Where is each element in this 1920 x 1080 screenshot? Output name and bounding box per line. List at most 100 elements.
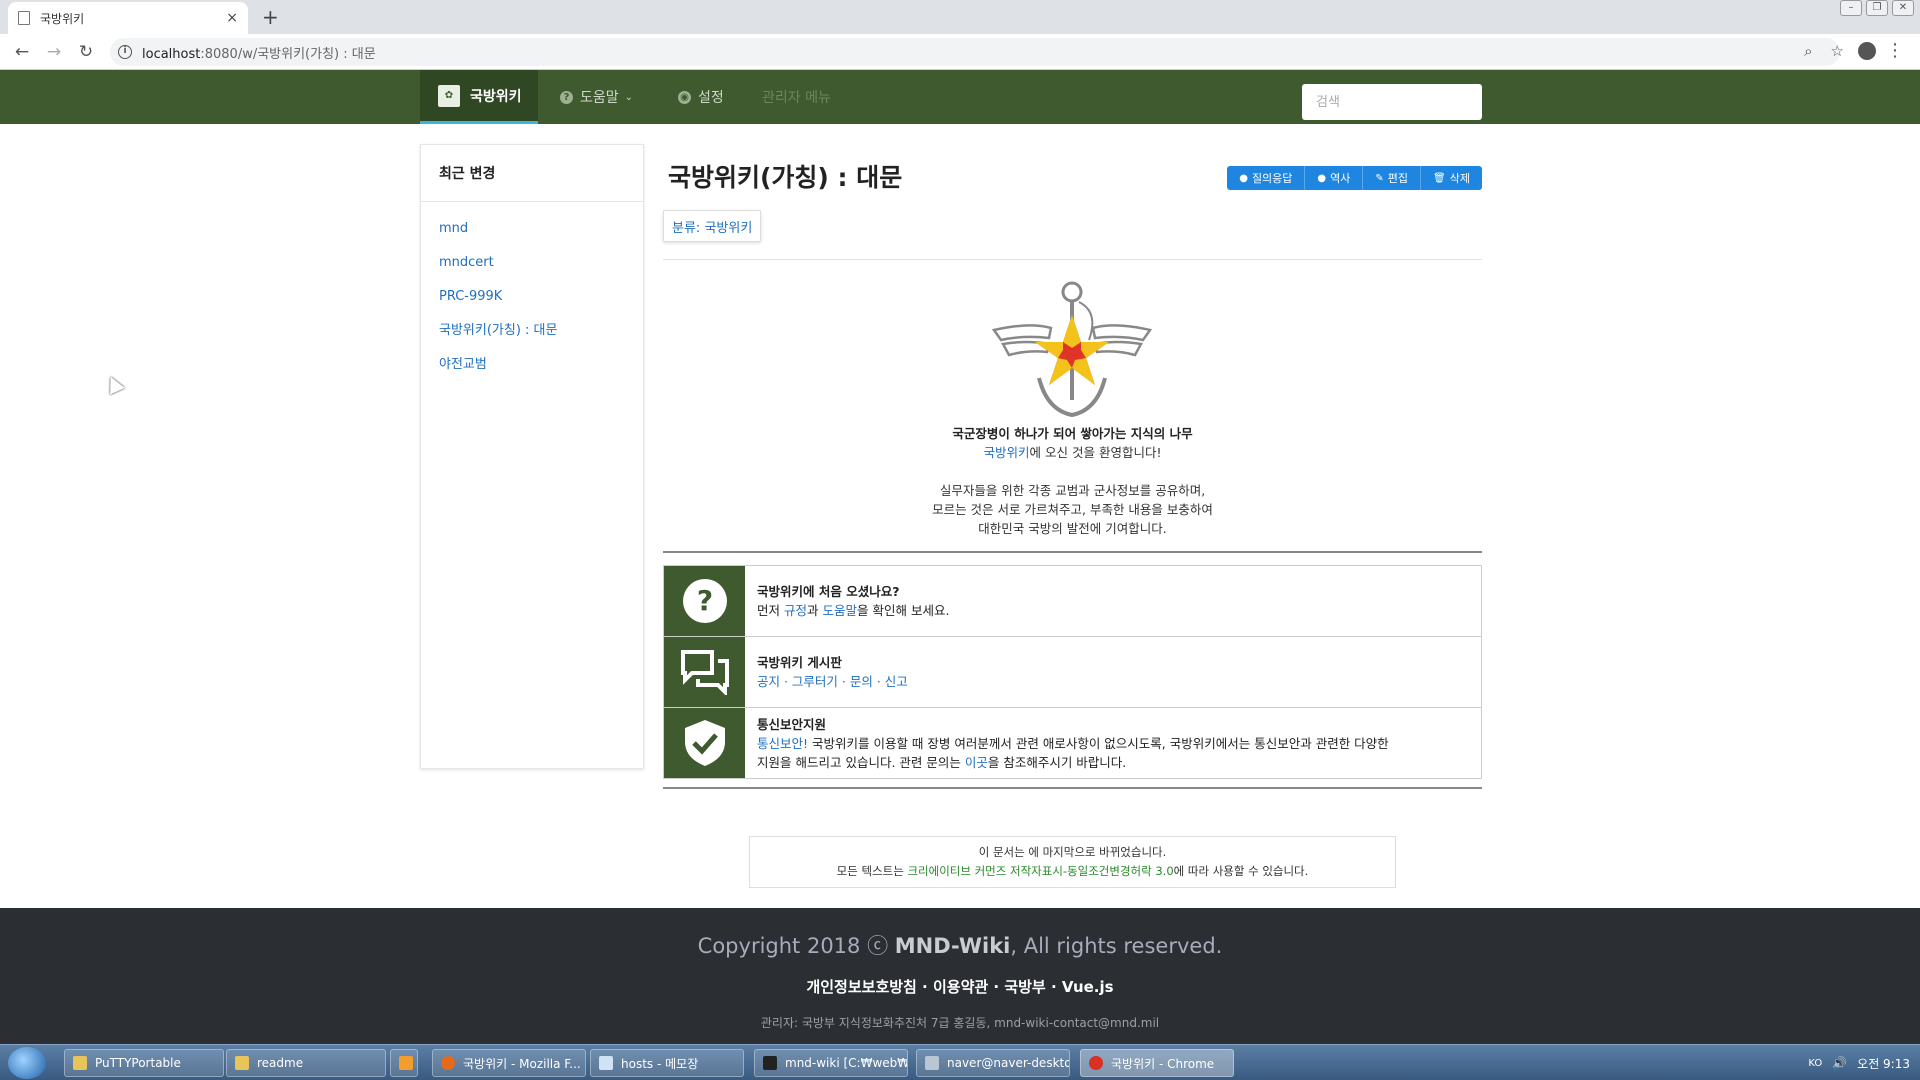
folder-icon (73, 1056, 87, 1070)
taskbar-item[interactable]: 국방위키 - Mozilla F... (432, 1049, 586, 1077)
remote-desktop-icon (925, 1056, 939, 1070)
portal-row-security: 통신보안지원 통신보안! 국방위키를 이용할 때 장병 여러분께서 관련 애로사… (664, 708, 1481, 778)
sidebar-item[interactable]: mnd (439, 212, 625, 246)
edit-button[interactable]: ✎ 편집 (1363, 166, 1422, 190)
reload-icon[interactable]: ↻ (70, 42, 102, 62)
taskbar-item[interactable]: hosts - 메모장 (590, 1049, 744, 1077)
portal-box: ? 국방위키에 처음 오셨나요? 먼저 규정과 도움말을 확인해 보세요. 국방… (663, 565, 1482, 779)
help-link[interactable]: 도움말 (822, 603, 857, 618)
sidebar-title: 최근 변경 (421, 145, 643, 202)
portal-title: 국방위키 게시판 (757, 655, 842, 670)
trash-icon: 🗑 (1433, 172, 1446, 184)
help-icon: ? (560, 90, 573, 104)
question-circle-icon: ? (664, 566, 745, 636)
address-bar: ← → ↻ i localhost:8080/w/국방위키(가칭) : 대문 ⌕… (0, 34, 1920, 70)
footer-links[interactable]: 개인정보보호방침 · 이용약관 · 국방부 · Vue.js (0, 976, 1920, 997)
close-window-button[interactable]: ✕ (1892, 0, 1914, 16)
contact-link[interactable]: 이곳 (965, 755, 988, 770)
category-link[interactable]: 국방위키 (704, 217, 752, 236)
sidebar-item[interactable]: 야전교범 (439, 348, 625, 382)
chevron-down-icon: ⌄ (624, 91, 634, 103)
taskbar-item[interactable]: mnd-wiki [C:₩web₩... (754, 1049, 908, 1077)
question-icon: ● (1239, 172, 1248, 184)
browser-tab[interactable]: 국방위키 × (8, 2, 248, 34)
admin-contact: 관리자: 국방부 지식정보화추진처 7급 홍길동, mnd-wiki-conta… (760, 1016, 1160, 1030)
portal-desc: 먼저 규정과 도움말을 확인해 보세요. (757, 603, 950, 618)
media-icon (399, 1056, 413, 1070)
portal-row-board: 국방위키 게시판 공지 · 그루터기 · 문의 · 신고 (664, 637, 1481, 708)
license-text: 모든 텍스트는 크리에이티브 커먼즈 저작자표시-동일조건변경허락 3.0에 따… (836, 864, 1309, 878)
bookmark-star-icon[interactable]: ☆ (1831, 42, 1844, 60)
taskbar-item[interactable]: PuTTYPortable (64, 1049, 224, 1077)
slogan: 국군장병이 하나가 되어 쌓아가는 지식의 나무 (952, 426, 1193, 441)
sidebar-item[interactable]: PRC-999K (439, 280, 625, 314)
new-tab-button[interactable]: + (262, 5, 279, 29)
intro-line: 실무자들을 위한 각종 교범과 군사정보를 공유하며, (939, 483, 1206, 498)
last-modified-text: 이 문서는 에 마지막으로 바뀌었습니다. (978, 845, 1167, 859)
brand-link[interactable]: ✿ 국방위키 (420, 70, 538, 124)
volume-icon[interactable]: 🔊 (1832, 1056, 1847, 1070)
portal-title: 국방위키에 처음 오셨나요? (757, 584, 900, 599)
profile-icon[interactable] (1858, 42, 1876, 60)
url-text[interactable]: localhost:8080/w/국방위키(가칭) : 대문 (142, 43, 376, 62)
brand-label: 국방위키 (470, 88, 522, 105)
nav-settings[interactable]: ◉ 설정 (678, 70, 724, 124)
delete-button[interactable]: 🗑 삭제 (1421, 166, 1482, 190)
info-icon: ● (1317, 172, 1327, 184)
nav-help[interactable]: ? 도움말 ⌄ (560, 70, 633, 124)
nav-settings-label: 설정 (698, 90, 724, 106)
browser-tabstrip: 국방위키 × + – ❐ ✕ (0, 0, 1920, 34)
settings-icon: ◉ (678, 90, 691, 104)
browser-menu-icon[interactable]: ⋮ (1886, 40, 1904, 61)
qna-button[interactable]: ● 질의응답 (1227, 166, 1306, 190)
taskbar-item[interactable]: naver@naver-deskto... (916, 1049, 1070, 1077)
system-tray: KO 🔊 오전 9:13 (1808, 1045, 1910, 1080)
folder-icon (235, 1056, 249, 1070)
language-indicator[interactable]: KO (1808, 1058, 1822, 1069)
site-navbar: ✿ 국방위키 ? 도움말 ⌄ ◉ 설정 관리자 메뉴 (0, 70, 1920, 124)
sidebar-item[interactable]: 국방위키(가칭) : 대문 (439, 314, 625, 348)
search-input[interactable] (1302, 84, 1482, 120)
intro-text: 국군장병이 하나가 되어 쌓아가는 지식의 나무 국방위키에 오신 것을 환영합… (663, 424, 1482, 538)
rules-link[interactable]: 규정 (784, 603, 807, 618)
svg-text:?: ? (696, 584, 712, 617)
notepad-icon (599, 1056, 613, 1070)
minimize-button[interactable]: – (1840, 0, 1862, 16)
site-footer: Copyright 2018 ⓒ MND-Wiki, All rights re… (0, 908, 1920, 1044)
omnibox[interactable]: i localhost:8080/w/국방위키(가칭) : 대문 (110, 38, 1840, 66)
mouse-cursor (103, 373, 125, 395)
terminal-icon (763, 1056, 777, 1070)
taskbar-item[interactable]: 국방위키 - Chrome (1080, 1049, 1234, 1077)
mnd-emblem-icon (991, 281, 1153, 418)
zoom-icon[interactable]: ⌕ (1804, 42, 1812, 60)
welcome-link[interactable]: 국방위키 (984, 445, 1030, 460)
chat-bubbles-icon (664, 637, 745, 707)
forward-icon[interactable]: → (38, 42, 70, 62)
back-icon[interactable]: ← (6, 42, 38, 62)
sidebar-item[interactable]: mndcert (439, 246, 625, 280)
portal-desc: 지원을 해드리고 있습니다. 관련 문의는 이곳을 참조해주시기 바랍니다. (757, 754, 1127, 770)
site-info-icon[interactable]: i (118, 45, 132, 59)
comsec-link[interactable]: 통신보안! (757, 736, 808, 751)
restore-button[interactable]: ❐ (1866, 0, 1888, 16)
taskbar-item[interactable]: readme (226, 1049, 386, 1077)
start-button[interactable] (8, 1047, 46, 1079)
portal-title: 통신보안지원 (757, 716, 827, 732)
welcome-line: 국방위키에 오신 것을 환영합니다! (983, 445, 1162, 460)
copyright: Copyright 2018 ⓒ MND-Wiki, All rights re… (697, 934, 1223, 958)
cc-license-link[interactable]: 크리에이티브 커먼즈 저작자표시-동일조건변경허락 3.0 (907, 864, 1173, 878)
portal-row-newcomer: ? 국방위키에 처음 오셨나요? 먼저 규정과 도움말을 확인해 보세요. (664, 566, 1481, 637)
recent-changes-sidebar: 최근 변경 mnd mndcert PRC-999K 국방위키(가칭) : 대문… (420, 144, 644, 769)
board-links[interactable]: 공지 · 그루터기 · 문의 · 신고 (757, 672, 908, 691)
shield-check-icon (664, 708, 745, 778)
clock[interactable]: 오전 9:13 (1857, 1055, 1910, 1072)
firefox-icon (441, 1056, 455, 1070)
nav-admin: 관리자 메뉴 (762, 70, 831, 124)
category-prefix: 분류: (672, 220, 701, 236)
taskbar-item[interactable] (390, 1049, 418, 1077)
tab-close-icon[interactable]: × (226, 10, 238, 26)
divider (663, 787, 1482, 789)
history-button[interactable]: ● 역사 (1305, 166, 1364, 190)
nav-admin-label: 관리자 메뉴 (762, 90, 831, 106)
chrome-icon (1089, 1056, 1103, 1070)
